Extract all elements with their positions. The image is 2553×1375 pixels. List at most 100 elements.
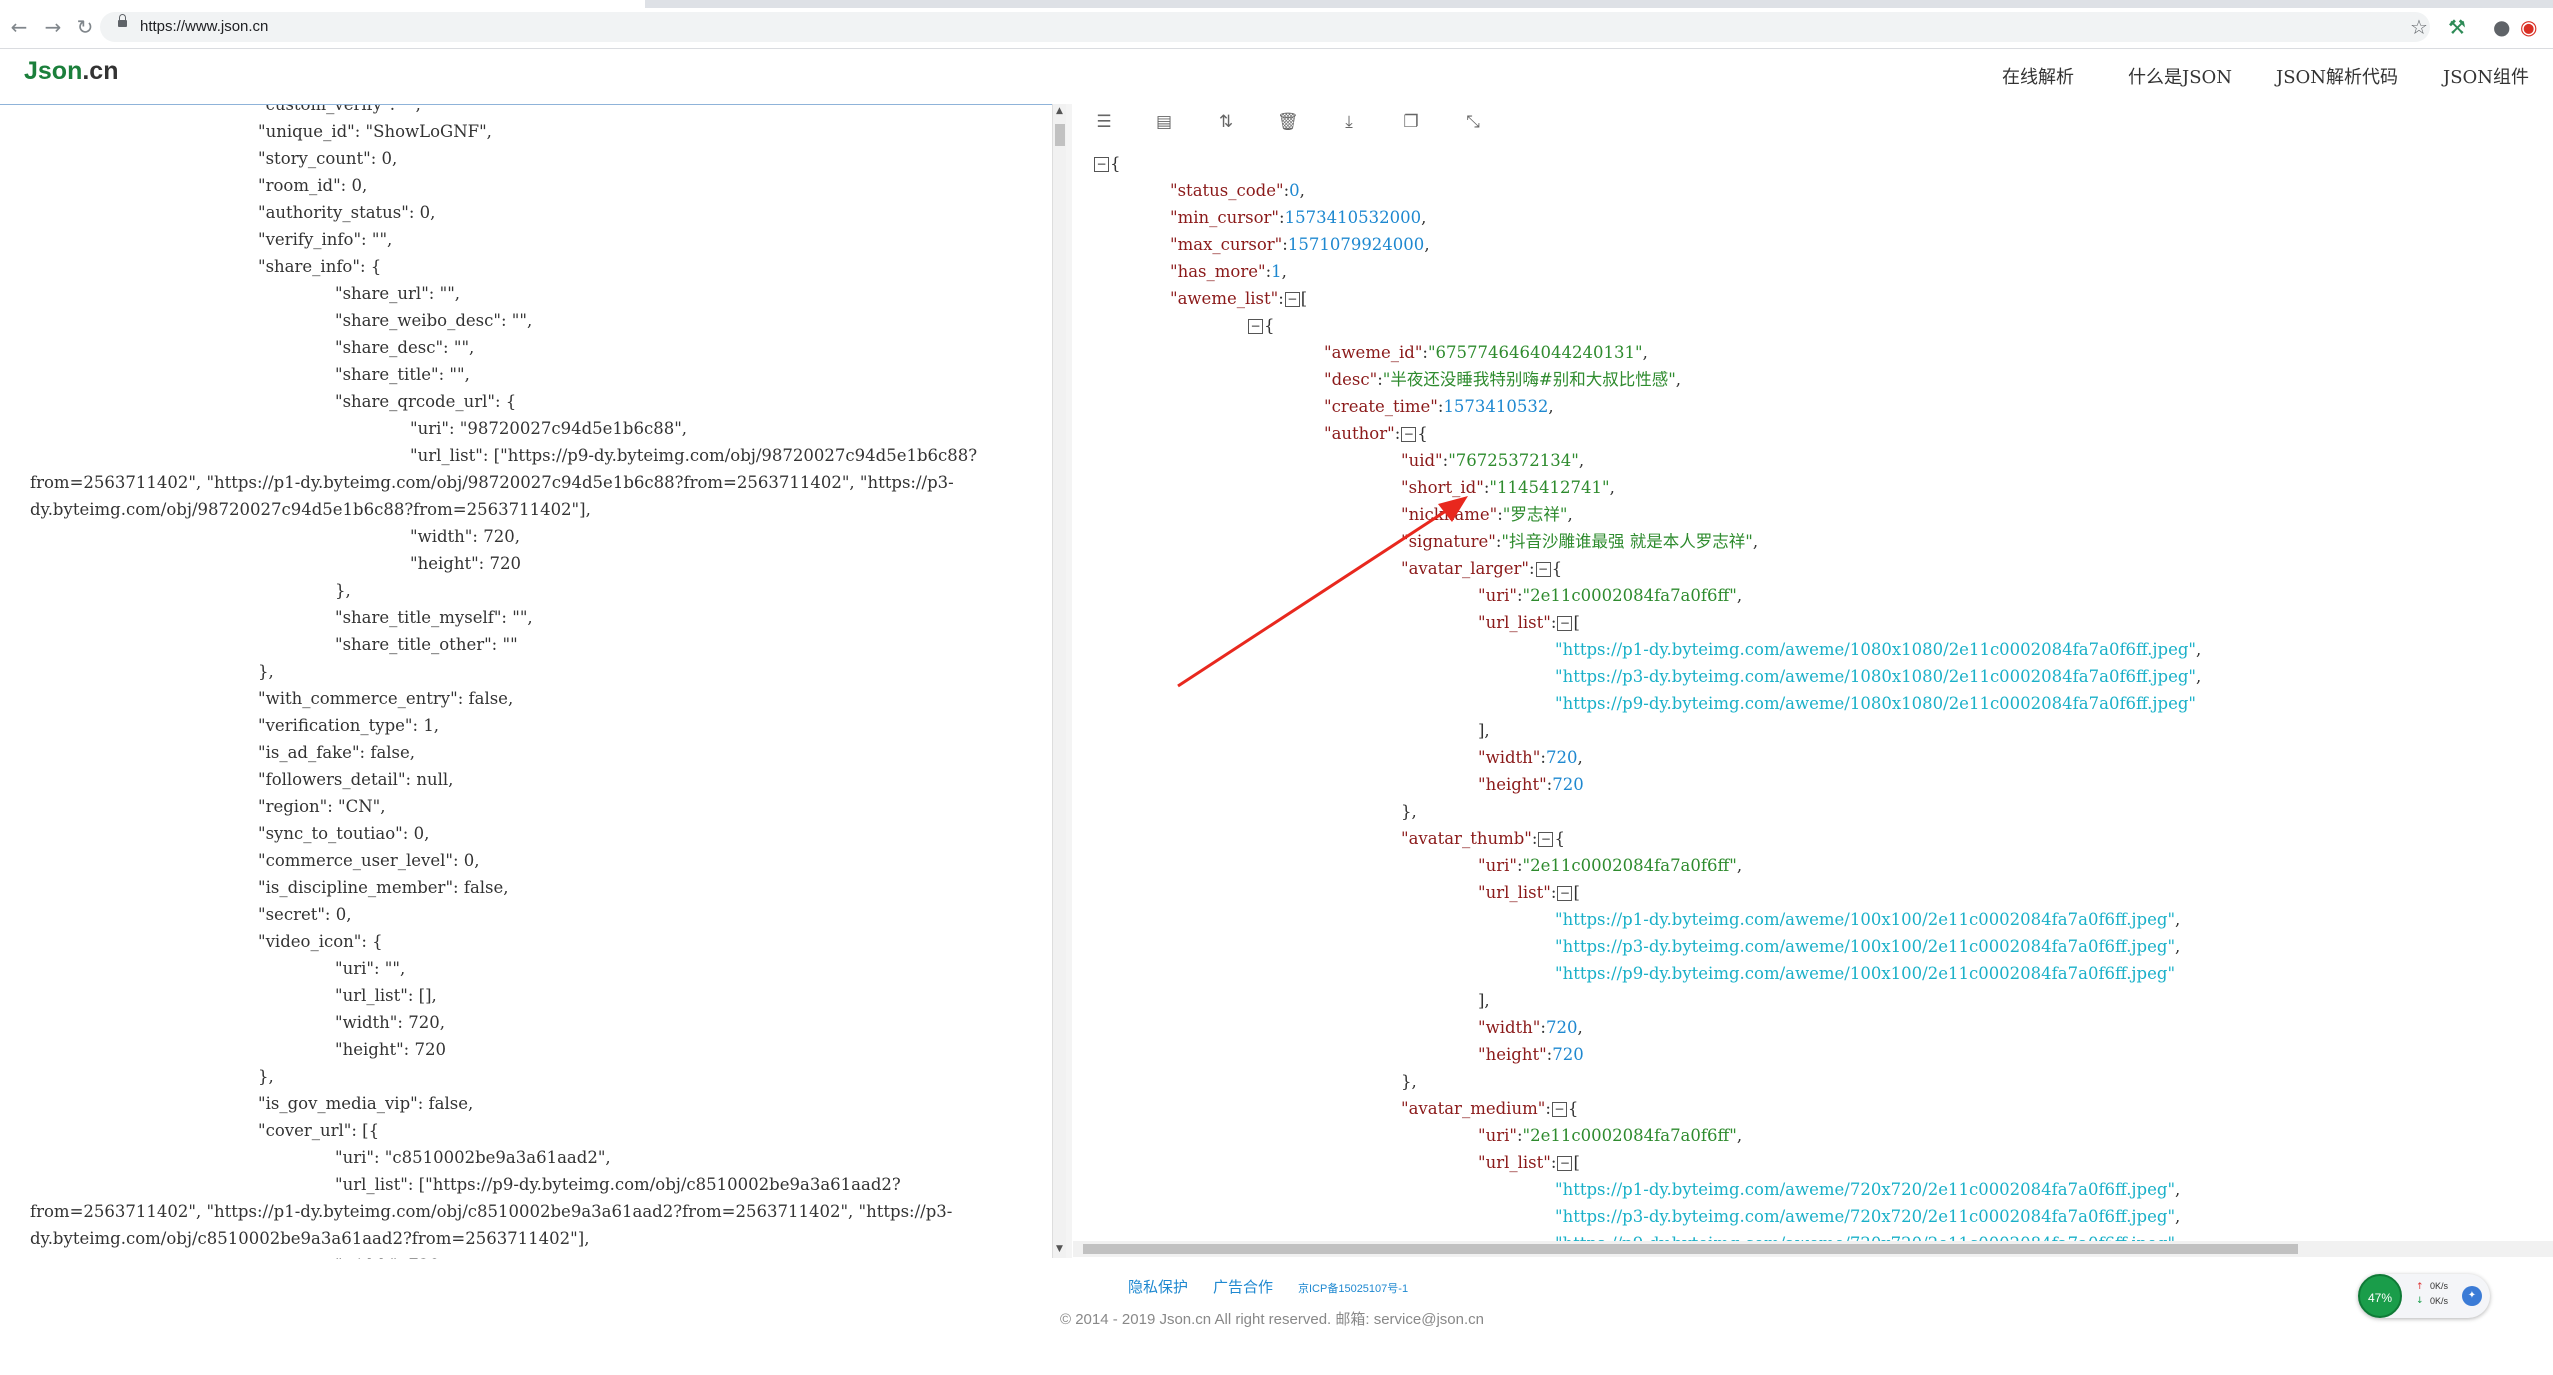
back-arrow-icon[interactable]: ← (8, 16, 30, 38)
editor-line[interactable]: "is_ad_fake": false, (258, 739, 415, 766)
editor-scrollbar[interactable]: ▲ ▼ (1052, 104, 1067, 1258)
json-view-line: "https://p3-dy.byteimg.com/aweme/1080x10… (1555, 663, 2201, 690)
editor-line[interactable]: "share_weibo_desc": "", (335, 307, 532, 334)
download-icon[interactable]: ⤓ (1339, 112, 1359, 134)
network-speed-widget[interactable]: 47% ↑ 0K/s ↓ 0K/s ✦ (2358, 1274, 2490, 1318)
nav-what-is-json[interactable]: 什么是JSON (2128, 63, 2232, 89)
scroll-up-icon[interactable]: ▲ (1056, 106, 1063, 116)
compress-icon[interactable]: ⤡ (1463, 112, 1483, 134)
json-formatted-view[interactable]: −{"status_code":0, "min_cursor":157341053… (1073, 143, 2533, 1241)
json-value: 1571079924000 (1287, 235, 1425, 254)
collapse-toggle-icon[interactable]: − (1557, 616, 1573, 631)
editor-line[interactable]: "with_commerce_entry": false, (258, 685, 513, 712)
editor-line[interactable]: "width": 720, (335, 1252, 445, 1259)
editor-line[interactable]: "width": 720, (335, 1009, 445, 1036)
ads-link[interactable]: 广告合作 (1213, 1276, 1273, 1297)
active-tab[interactable] (0, 0, 645, 8)
url-text[interactable]: https://www.json.cn (140, 18, 268, 35)
json-key: "height" (1478, 775, 1547, 794)
collapse-toggle-icon[interactable]: − (1094, 157, 1109, 172)
editor-line[interactable]: "height": 720 (335, 1036, 446, 1063)
editor-line[interactable]: "share_title": "", (335, 361, 470, 388)
editor-line[interactable]: "verification_type": 1, (258, 712, 439, 739)
extension-icon[interactable]: ⚒ (2448, 16, 2466, 38)
editor-line[interactable]: "commerce_user_level": 0, (258, 847, 480, 874)
forward-arrow-icon[interactable]: → (42, 16, 64, 38)
database-icon[interactable]: ☰ (1094, 112, 1114, 134)
collapse-toggle-icon[interactable]: − (1535, 562, 1551, 577)
json-punct: ], (1478, 991, 1490, 1010)
view-vertical-scrollbar[interactable] (2537, 143, 2553, 1241)
editor-line[interactable]: "secret": 0, (258, 901, 351, 928)
json-punct: , (1299, 181, 1305, 200)
collapse-toggle-icon[interactable]: − (1284, 292, 1300, 307)
icp-link[interactable]: 京ICP备15025107号-1 (1298, 1280, 1408, 1296)
editor-line[interactable]: dy.byteimg.com/obj/98720027c94d5e1b6c88?… (30, 496, 591, 523)
rocket-icon[interactable]: ✦ (2462, 1286, 2482, 1306)
site-logo[interactable]: Json.cn (24, 57, 118, 86)
editor-line[interactable]: "authority_status": 0, (258, 199, 435, 226)
scroll-down-icon[interactable]: ▼ (1056, 1244, 1063, 1254)
editor-line[interactable]: from=2563711402", "https://p1-dy.byteimg… (30, 1198, 952, 1225)
account-icon[interactable]: ● (2493, 16, 2510, 38)
editor-line[interactable]: }, (258, 1063, 274, 1090)
trash-icon[interactable]: 🗑 (1277, 112, 1299, 134)
json-punct: [ (1573, 613, 1580, 632)
editor-line[interactable]: "cover_url": [{ (258, 1117, 379, 1144)
editor-line[interactable]: "share_desc": "", (335, 334, 474, 361)
record-icon[interactable]: ◉ (2520, 16, 2537, 38)
editor-line[interactable]: "width": 720, (410, 523, 520, 550)
editor-line[interactable]: "unique_id": "ShowLoGNF", (258, 118, 492, 145)
editor-line[interactable]: "share_info": { (258, 253, 381, 280)
editor-line[interactable]: "url_list": [], (335, 982, 437, 1009)
nav-online-parse[interactable]: 在线解析 (2002, 63, 2074, 89)
reload-icon[interactable]: ↻ (74, 16, 96, 38)
address-bar[interactable] (100, 12, 2430, 42)
json-value: "https://p3-dy.byteimg.com/aweme/1080x10… (1555, 667, 2197, 686)
view-scroll-thumb[interactable] (1083, 1244, 2298, 1254)
editor-line[interactable]: "uri": "c8510002be9a3a61aad2", (335, 1144, 611, 1171)
editor-line[interactable]: dy.byteimg.com/obj/c8510002be9a3a61aad2?… (30, 1225, 589, 1252)
collapse-toggle-icon[interactable]: − (1248, 319, 1263, 334)
editor-line[interactable]: "url_list": ["https://p9-dy.byteimg.com/… (410, 442, 977, 469)
collapse-toggle-icon[interactable]: − (1538, 832, 1554, 847)
editor-line[interactable]: "is_discipline_member": false, (258, 874, 509, 901)
editor-line[interactable]: "verify_info": "", (258, 226, 392, 253)
lock-icon (118, 14, 127, 27)
editor-line[interactable]: "share_url": "", (335, 280, 460, 307)
editor-line[interactable]: "custom_verify": "", (258, 105, 421, 118)
editor-scroll-thumb[interactable] (1055, 124, 1065, 146)
editor-line[interactable]: "followers_detail": null, (258, 766, 453, 793)
editor-line[interactable]: "region": "CN", (258, 793, 386, 820)
star-icon[interactable]: ☆ (2410, 16, 2428, 38)
editor-line[interactable]: "height": 720 (410, 550, 521, 577)
sort-icon[interactable]: ⇅ (1216, 112, 1236, 134)
json-view-line: "avatar_larger": −{ (1401, 555, 1562, 582)
editor-line[interactable]: "share_title_other": "" (335, 631, 518, 658)
pane-divider[interactable] (1066, 104, 1072, 1258)
editor-line[interactable]: "is_gov_media_vip": false, (258, 1090, 473, 1117)
nav-json-code[interactable]: JSON解析代码 (2276, 63, 2398, 89)
view-horizontal-scrollbar[interactable] (1073, 1241, 2553, 1257)
editor-line[interactable]: "uri": "", (335, 955, 405, 982)
copy-icon[interactable]: ❐ (1401, 112, 1421, 134)
editor-line[interactable]: }, (335, 577, 351, 604)
editor-line[interactable]: "uri": "98720027c94d5e1b6c88", (410, 415, 687, 442)
editor-line[interactable]: "sync_to_toutiao": 0, (258, 820, 429, 847)
editor-line[interactable]: "share_qrcode_url": { (335, 388, 516, 415)
editor-line[interactable]: "story_count": 0, (258, 145, 397, 172)
json-input-editor[interactable]: "custom_verify": "", "unique_id": "ShowLo… (0, 104, 1055, 1259)
editor-line[interactable]: }, (258, 658, 274, 685)
nav-json-components[interactable]: JSON组件 (2443, 63, 2529, 89)
collapse-toggle-icon[interactable]: − (1401, 427, 1417, 442)
editor-line[interactable]: "url_list": ["https://p9-dy.byteimg.com/… (335, 1171, 901, 1198)
editor-line[interactable]: "room_id": 0, (258, 172, 367, 199)
document-icon[interactable]: ▤ (1154, 112, 1174, 134)
collapse-toggle-icon[interactable]: − (1557, 1156, 1573, 1171)
editor-line[interactable]: from=2563711402", "https://p1-dy.byteimg… (30, 469, 954, 496)
collapse-toggle-icon[interactable]: − (1551, 1102, 1567, 1117)
privacy-link[interactable]: 隐私保护 (1128, 1276, 1188, 1297)
collapse-toggle-icon[interactable]: − (1557, 886, 1573, 901)
editor-line[interactable]: "video_icon": { (258, 928, 383, 955)
editor-line[interactable]: "share_title_myself": "", (335, 604, 533, 631)
